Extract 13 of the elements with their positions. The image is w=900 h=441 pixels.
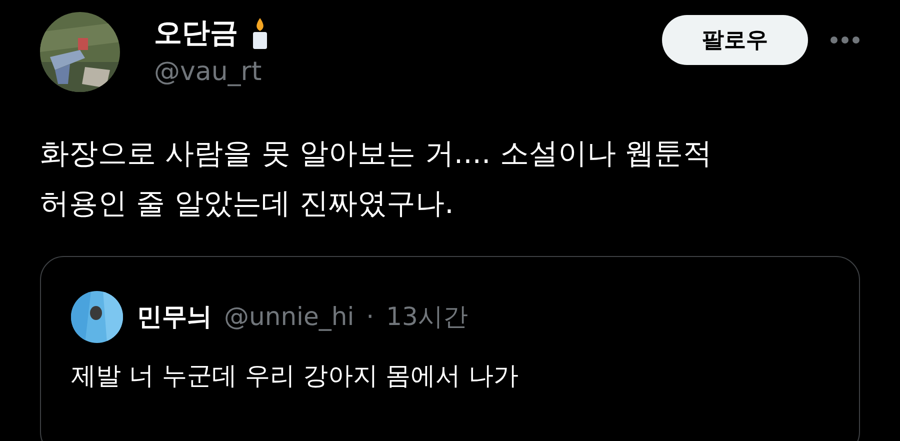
tweet-text: 화장으로 사람을 못 알아보는 거.... 소설이나 웹툰적 [40,135,714,172]
candle-icon [250,16,270,50]
tweet-text: 허용인 줄 알았는데 진짜였구나. [40,185,455,222]
author-handle[interactable]: @vau_rt [154,54,270,90]
follow-button[interactable]: 팔로우 [662,15,808,65]
more-icon[interactable] [830,36,860,44]
quoted-author-name: 민무늬 [137,301,212,334]
quoted-tweet-card[interactable]: 민무늬 @unnie_hi · 13시간 제발 너 누군데 우리 강아지 몸에서 나가 [40,256,860,441]
quoted-tweet-text: 제발 너 누군데 우리 강아지 몸에서 나가 [71,360,520,392]
separator-dot: · [366,301,374,334]
quoted-time: 13시간 [386,301,468,334]
quoted-author-handle: @unnie_hi [224,301,354,334]
author-name: 오단금 [154,15,238,51]
